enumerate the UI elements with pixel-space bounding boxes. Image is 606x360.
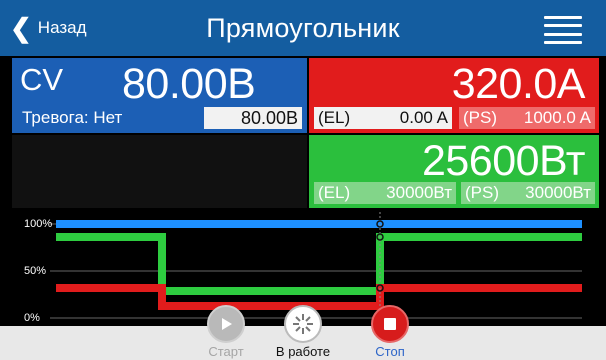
alarm-status: Тревога: Нет	[22, 108, 123, 127]
power-el-tag: (EL)	[318, 183, 351, 202]
current-panel: 320.0A (EL) 0.00 A (PS) 1000.0 A	[309, 58, 599, 133]
power-ps-box[interactable]: (PS) 30000Вт	[461, 182, 595, 204]
current-el-tag: (EL)	[318, 108, 351, 127]
current-value: 320.0A	[451, 60, 586, 108]
page-title: Прямоугольник	[206, 13, 400, 43]
running-label: В работе	[275, 344, 331, 359]
power-panel: 25600Вт (EL) 30000Вт (PS) 30000Вт	[309, 135, 599, 208]
voltage-panel: CV 80.00В Тревога: Нет 80.00В	[12, 58, 307, 133]
running-indicator: В работе	[268, 305, 338, 359]
current-el-box[interactable]: (EL) 0.00 A	[314, 107, 452, 129]
current-ps-box[interactable]: (PS) 1000.0 A	[459, 107, 595, 129]
y-axis-label-0: 0%	[24, 312, 40, 324]
spinner-icon	[293, 314, 313, 334]
y-axis-label-100: 100%	[24, 218, 53, 230]
menu-button[interactable]	[544, 16, 582, 44]
current-el-value: 0.00 A	[399, 108, 448, 127]
power-ps-tag: (PS)	[465, 183, 499, 202]
stop-button[interactable]: Стоп	[360, 305, 420, 359]
power-value: 25600Вт	[421, 137, 586, 185]
start-button[interactable]: Старт	[196, 305, 256, 359]
voltage-value: 80.00В	[122, 60, 256, 108]
start-label: Старт	[208, 344, 244, 359]
power-el-value: 30000Вт	[386, 183, 452, 202]
empty-panel	[12, 135, 307, 208]
voltage-setpoint[interactable]: 80.00В	[204, 107, 302, 129]
power-ps-value: 30000Вт	[525, 183, 591, 202]
y-axis-label-50: 50%	[24, 265, 47, 277]
play-icon	[222, 318, 232, 330]
current-ps-tag: (PS)	[463, 108, 497, 127]
power-el-box[interactable]: (EL) 30000Вт	[314, 182, 456, 204]
regulation-mode: CV	[20, 62, 64, 97]
current-ps-value: 1000.0 A	[523, 108, 591, 127]
stop-icon	[384, 318, 396, 330]
power-trace	[56, 233, 582, 295]
hamburger-menu-icon	[544, 16, 582, 19]
header-bar: ❮ Назад Прямоугольник	[0, 0, 606, 56]
stop-label: Стоп	[375, 344, 405, 359]
